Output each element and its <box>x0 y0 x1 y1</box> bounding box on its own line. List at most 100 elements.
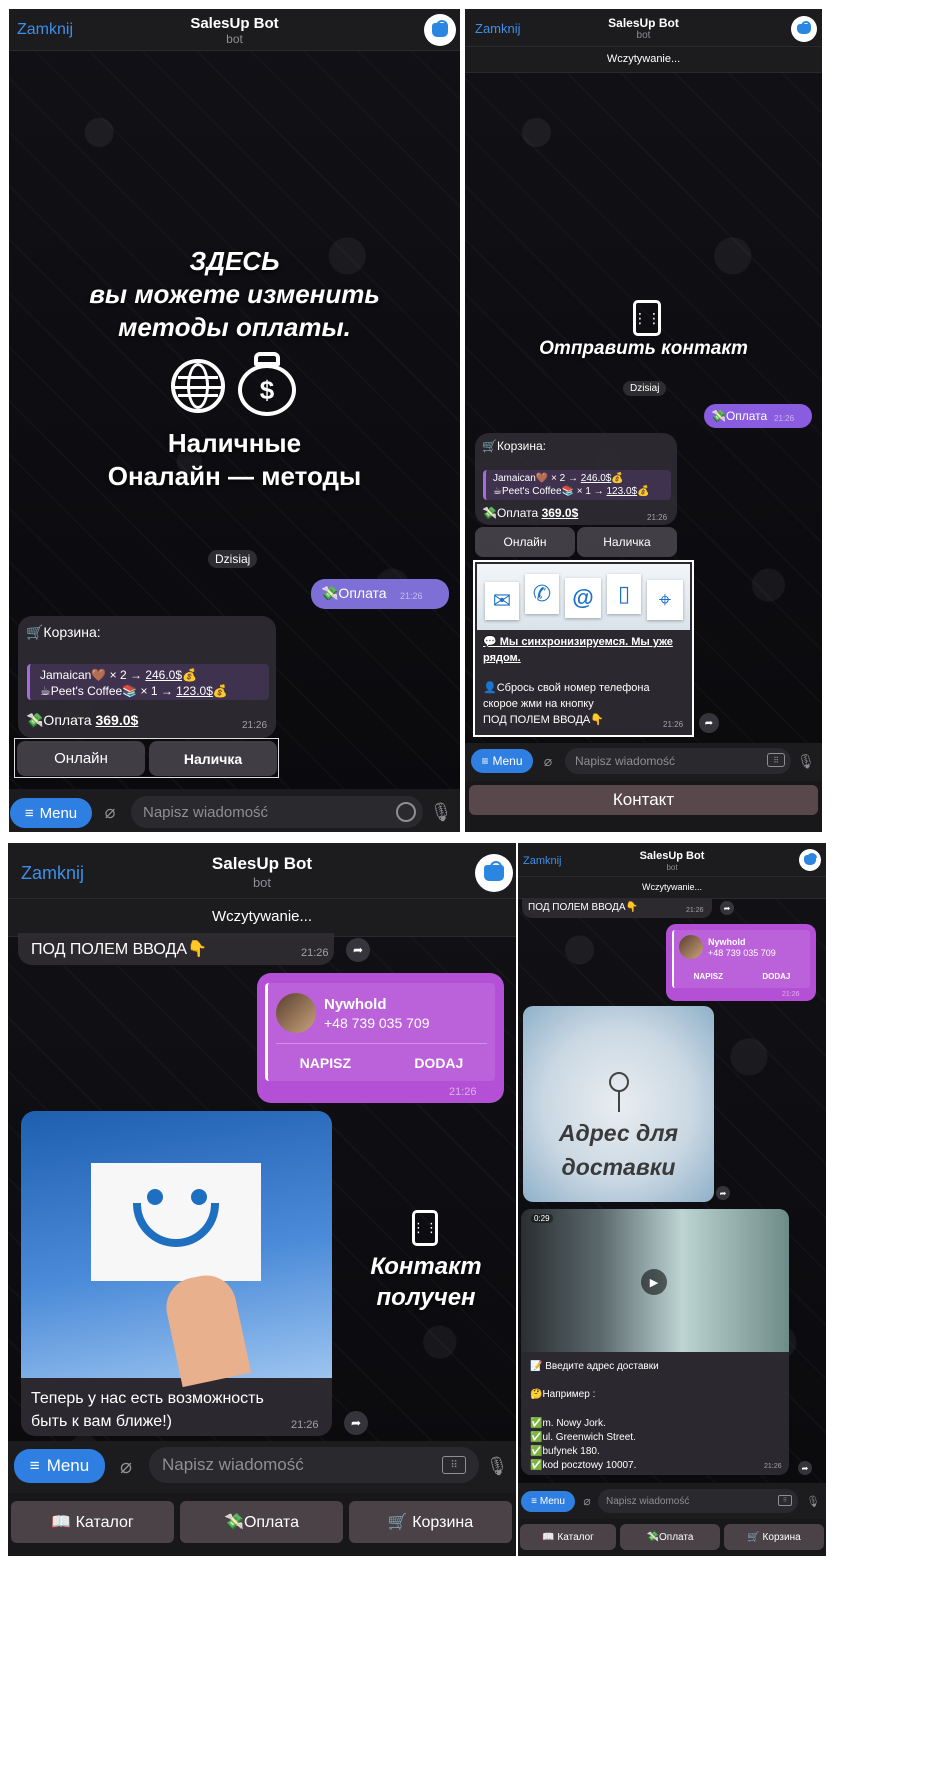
sticker-icon[interactable] <box>396 802 416 822</box>
attach-icon[interactable]: ⌀ <box>580 1492 594 1510</box>
reply-keyboard: Контакт <box>465 781 822 832</box>
text-line: скорое жми на кнопку <box>483 698 594 710</box>
dodaj-button[interactable]: DODAJ <box>414 1055 463 1071</box>
keyboard-icon[interactable]: ⠿ <box>767 753 785 767</box>
share-icon[interactable]: ➦ <box>346 938 370 962</box>
contact-avatar <box>679 935 703 959</box>
play-icon[interactable]: ▶ <box>641 1269 667 1295</box>
keyboard-icon[interactable]: ⠿ <box>778 1495 792 1506</box>
menu-button[interactable]: ≡ Menu <box>471 749 533 773</box>
bot-title: SalesUp Bot <box>190 15 279 32</box>
bot-avatar[interactable] <box>791 16 817 42</box>
cart-item: Jamaican🤎 × 2 → 246.0$💰 <box>40 668 197 682</box>
address-overlay: Адрес для доставки <box>523 1116 714 1184</box>
keyboard-icon[interactable]: ⠿ <box>442 1456 466 1474</box>
text-line: быть к вам ближе!) <box>31 1413 172 1430</box>
attach-icon[interactable]: ⌀ <box>114 1453 138 1479</box>
item-emoji: 💰 <box>212 684 228 698</box>
menu-button[interactable]: ≡ Menu <box>521 1491 575 1512</box>
napisz-button[interactable]: NAPISZ <box>694 972 723 981</box>
item-emoji: 💰 <box>182 668 197 682</box>
cart-message: 🛒Корзина: Jamaican🤎 × 2 → 246.0$💰 ☕Peet'… <box>475 433 677 525</box>
promo-overlay-methods: Наличные Оналайн — методы <box>9 427 460 493</box>
cart-total: 💸Оплата 369.0$ <box>482 506 578 520</box>
panel-send-contact: Zamknij SalesUp Bot bot Wczytywanie... ⋮… <box>465 9 822 832</box>
item-name: ☕Peet's Coffee📚 × 1 → <box>493 486 607 497</box>
menu-icon: ≡ <box>24 804 34 822</box>
message-input[interactable]: Napisz wiadomość <box>598 1489 798 1513</box>
payment-button[interactable]: 💸Оплата <box>620 1524 720 1550</box>
contact-received-overlay: Контакт получен <box>346 1251 506 1313</box>
text-line: ✅kod pocztowy 10007. <box>530 1460 637 1472</box>
menu-button[interactable]: ≡ Menu <box>14 1449 105 1483</box>
cart-items-quote: Jamaican🤎 × 2 → 246.0$💰 ☕Peet's Coffee📚 … <box>27 664 269 700</box>
address-instructions: 📝 Введите адрес доставки 🤔Например : ✅m.… <box>530 1360 659 1474</box>
online-button[interactable]: Онлайн <box>475 527 575 557</box>
contact-phone: +48 739 035 709 <box>708 947 776 958</box>
share-icon[interactable]: ➦ <box>716 1186 730 1200</box>
text-line: ✅m. Nowy Jork. <box>530 1417 606 1429</box>
video-duration: 0:29 <box>531 1214 553 1223</box>
share-icon[interactable]: ➦ <box>344 1411 368 1435</box>
chat-header: Zamknij SalesUp Bot bot <box>9 9 460 51</box>
send-contact-button[interactable]: Контакт <box>469 785 818 815</box>
bot-avatar[interactable] <box>799 849 821 871</box>
share-icon[interactable]: ➦ <box>798 1461 812 1475</box>
message-time: 21:26 <box>400 591 423 601</box>
contact-card[interactable]: Nywhold +48 739 035 709 NAPISZ DODAJ <box>265 983 495 1081</box>
text-line: ✅ul. Greenwich Street. <box>530 1431 636 1443</box>
cart-message: 🛒Корзина: Jamaican🤎 × 2 → 246.0$💰 ☕Peet'… <box>18 616 276 738</box>
send-contact-overlay: Отправить контакт <box>539 338 748 359</box>
catalog-button[interactable]: 📖 Каталог <box>520 1524 616 1550</box>
promo-overlay: ЗДЕСЬ вы можете изменить методы оплаты. <box>9 245 460 344</box>
hand <box>160 1269 252 1388</box>
cart-button[interactable]: 🛒 Корзина <box>349 1501 512 1543</box>
online-button[interactable]: Онлайн <box>17 741 145 776</box>
cash-button[interactable]: Наличка <box>149 741 277 776</box>
mail-icon: ✉ <box>485 582 519 620</box>
microphone-icon[interactable]: 🎙 <box>430 800 453 824</box>
phone-call-icon: ✆ <box>525 574 559 614</box>
microphone-icon[interactable]: 🎙 <box>806 1492 820 1510</box>
message-input[interactable]: Napisz wiadomość <box>149 1447 479 1483</box>
payment-button[interactable]: 💸Оплата <box>180 1501 343 1543</box>
shopping-bag-icon <box>804 852 817 865</box>
text-line: Теперь у нас есть возможность <box>31 1390 264 1407</box>
attach-icon[interactable]: ⌀ <box>539 751 557 771</box>
contact-name: Nywhold <box>324 995 387 1013</box>
message-input[interactable]: Napisz wiadomość <box>565 748 791 774</box>
message-time: 21:26 <box>686 907 704 914</box>
at-icon: @ <box>565 578 601 618</box>
share-icon[interactable]: ➦ <box>699 713 719 733</box>
share-icon[interactable]: ➦ <box>720 901 734 915</box>
item-price: 123.0$ <box>176 684 213 698</box>
input-placeholder: Napisz wiadomość <box>162 1455 304 1474</box>
video-thumbnail: 0:29 ▶ <box>521 1209 789 1352</box>
microphone-icon[interactable]: 🎙 <box>797 751 815 771</box>
dodaj-button[interactable]: DODAJ <box>762 972 790 981</box>
message-text: ПОД ПОЛЕМ ВВОДА👇 <box>31 941 207 958</box>
bot-avatar[interactable] <box>424 14 456 46</box>
cart-item: Jamaican🤎 × 2 → 246.0$💰 <box>493 473 624 484</box>
bot-avatar[interactable] <box>475 854 513 892</box>
contact-card[interactable]: Nywhold +48 739 035 709 NAPISZ DODAJ <box>672 930 810 988</box>
message-input[interactable]: Napisz wiadomość <box>131 796 423 828</box>
reply-keyboard: 📖 Каталог 💸Оплата 🛒 Корзина <box>8 1493 516 1556</box>
napisz-button[interactable]: NAPISZ <box>300 1055 351 1071</box>
contact-card-message: Nywhold +48 739 035 709 NAPISZ DODAJ 21:… <box>666 924 816 1001</box>
bot-subtitle: bot <box>226 32 243 46</box>
cart-button[interactable]: 🛒 Корзина <box>724 1524 824 1550</box>
message-time: 21:26 <box>242 720 268 731</box>
cash-button[interactable]: Наличка <box>577 527 677 557</box>
microphone-icon[interactable]: 🎙 <box>486 1453 509 1479</box>
shopping-bag-icon <box>431 19 449 37</box>
input-bar: ≡ Menu ⌀ Napisz wiadomość ⠿ 🎙 <box>8 1441 516 1493</box>
bot-title: SalesUp Bot <box>211 854 313 873</box>
outgoing-message: 💸Оплата 21:26 <box>311 579 449 609</box>
chat-header: Zamknij SalesUp Bot bot <box>8 843 516 899</box>
catalog-button[interactable]: 📖 Каталог <box>11 1501 174 1543</box>
attach-icon[interactable]: ⌀ <box>99 800 121 824</box>
contact-actions: NAPISZ DODAJ <box>674 972 810 981</box>
menu-button[interactable]: ≡ Menu <box>10 798 92 828</box>
text-line: ПОД ПОЛЕМ ВВОДА👇 <box>483 714 604 726</box>
